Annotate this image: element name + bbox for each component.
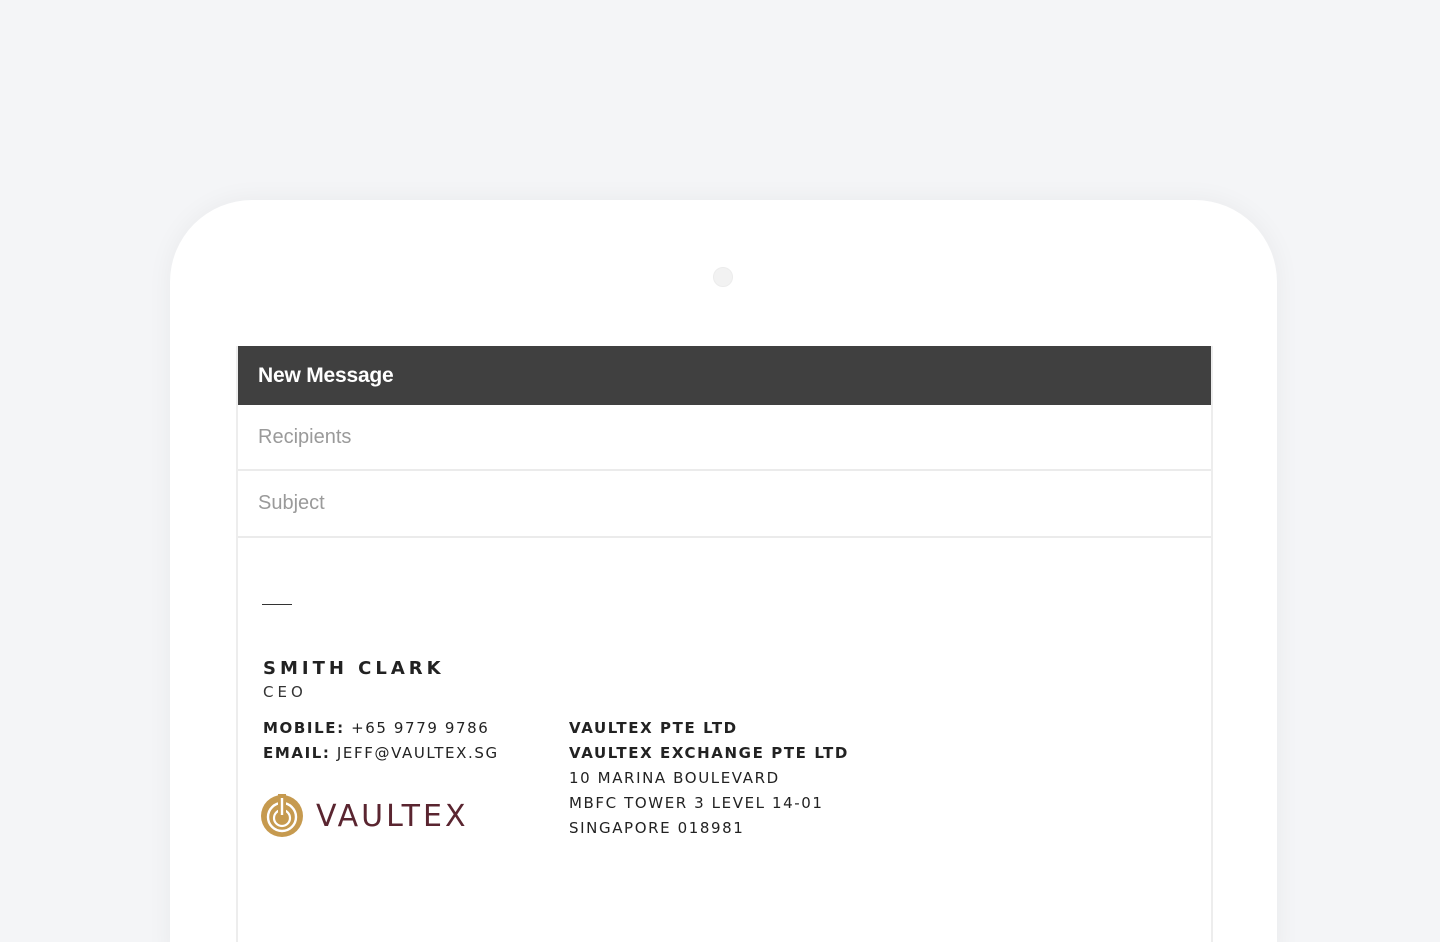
subject-input[interactable] (258, 492, 1158, 515)
company-name-line: VAULTEX PTE LTD (569, 719, 738, 737)
email-value: JEFF@VAULTEX.SG (336, 744, 499, 762)
address-line: 10 MARINA BOULEVARD (569, 769, 780, 787)
address-line: SINGAPORE 018981 (569, 819, 745, 837)
vaultex-emblem-icon (261, 794, 303, 837)
vaultex-logo: VAULTEX (260, 794, 469, 838)
signature-divider (262, 604, 292, 605)
email-label: EMAIL: (263, 744, 331, 762)
address-line: MBFC TOWER 3 LEVEL 14-01 (569, 794, 824, 812)
recipients-input[interactable] (258, 425, 1158, 449)
new-message-composer: New Message SMITH CLARK CEO MOBILE: +65 … (236, 346, 1213, 942)
vaultex-wordmark: VAULTEX (316, 798, 469, 834)
mobile-label: MOBILE: (263, 719, 345, 737)
composer-title: New Message (258, 363, 394, 387)
message-body[interactable]: SMITH CLARK CEO MOBILE: +65 9779 9786 EM… (238, 538, 1211, 938)
signature-email: EMAIL: JEFF@VAULTEX.SG (263, 744, 499, 762)
company-name-line: VAULTEX EXCHANGE PTE LTD (569, 744, 849, 762)
subject-field[interactable] (238, 471, 1211, 538)
mobile-value: +65 9779 9786 (351, 719, 490, 737)
signature-name: SMITH CLARK (263, 658, 445, 679)
recipients-field[interactable] (238, 405, 1211, 471)
page-background: New Message SMITH CLARK CEO MOBILE: +65 … (0, 0, 1440, 942)
camera-icon (713, 267, 733, 287)
composer-header: New Message (238, 346, 1211, 405)
signature-mobile: MOBILE: +65 9779 9786 (263, 719, 489, 737)
signature-title: CEO (263, 683, 307, 701)
